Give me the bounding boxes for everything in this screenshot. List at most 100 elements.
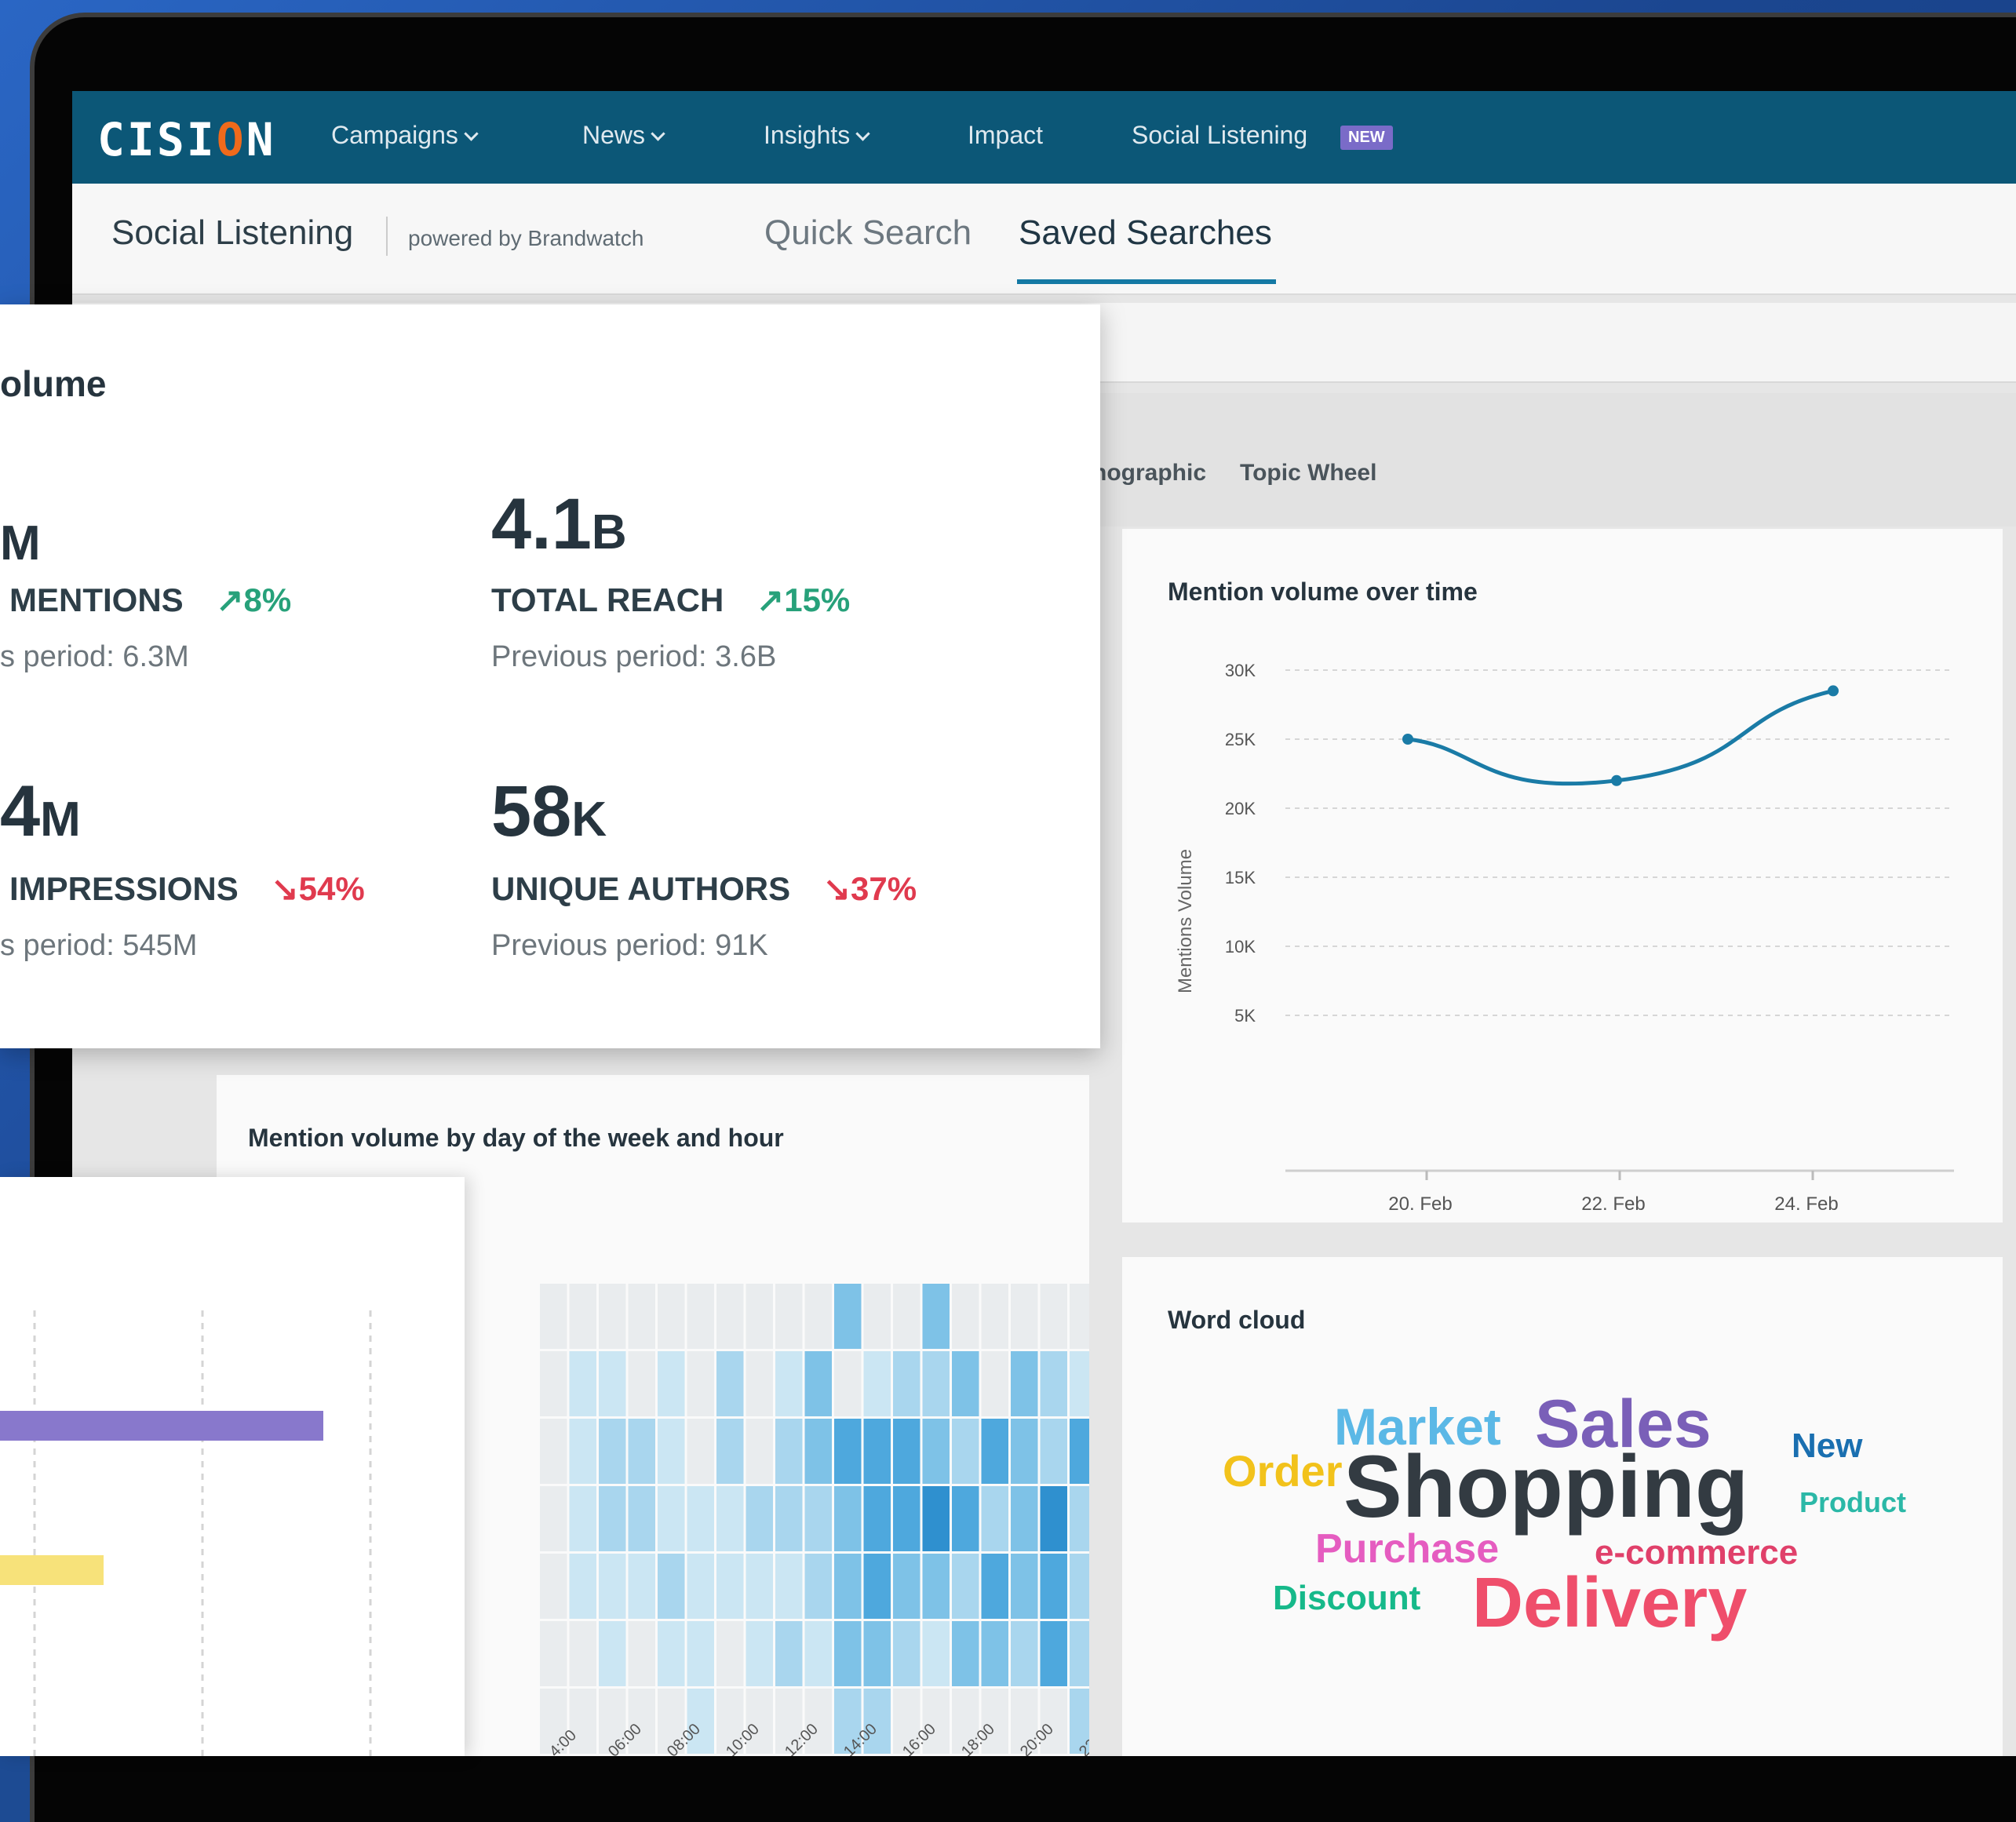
cision-logo[interactable]: CISION: [97, 113, 276, 166]
nav-campaigns[interactable]: Campaigns: [331, 121, 479, 150]
nav-insights[interactable]: Insights: [764, 121, 870, 150]
heatmap-cell: [628, 1486, 655, 1551]
heatmap-cell: [1011, 1284, 1038, 1349]
heatmap-cell: [863, 1419, 891, 1484]
heatmap-cell: [628, 1554, 655, 1619]
heatmap-cell: [569, 1284, 596, 1349]
data-point: [1402, 734, 1413, 745]
arrow-up-icon: ↗: [216, 581, 244, 618]
heatmap-cell: [599, 1419, 626, 1484]
heatmap-cell: [863, 1351, 891, 1416]
heatmap-cell: [804, 1554, 832, 1619]
chevron-down-icon: [464, 126, 479, 141]
heatmap-cell: [775, 1554, 803, 1619]
heatmap-cell: [863, 1486, 891, 1551]
heatmap-cell: [893, 1351, 921, 1416]
heatmap-cell: [1070, 1419, 1089, 1484]
unique-authors-value: 58K: [491, 771, 607, 853]
bar-chart: [0, 1310, 372, 1756]
nav-news[interactable]: News: [582, 121, 665, 150]
y-tick-label: 25K: [1225, 730, 1256, 749]
heatmap-cell: [952, 1486, 979, 1551]
heatmap-cell: [922, 1284, 950, 1349]
heatmap-cell: [716, 1419, 744, 1484]
heatmap-cell: [893, 1486, 921, 1551]
heatmap-cell: [893, 1621, 921, 1686]
heatmap-cell: [922, 1351, 950, 1416]
heatmap-cell: [893, 1554, 921, 1619]
heatmap-cell: [952, 1419, 979, 1484]
heatmap-cell: [628, 1621, 655, 1686]
heatmap-cell: [569, 1419, 596, 1484]
heatmap-cell: [599, 1486, 626, 1551]
heatmap-cell: [658, 1621, 685, 1686]
top-navigation: CISION Campaigns News Insights Impact So…: [72, 91, 2016, 184]
heatmap-cell: [746, 1554, 773, 1619]
heatmap-cell: [687, 1419, 714, 1484]
heatmap-cell: [804, 1284, 832, 1349]
sub-navigation: Social Listening powered by Brandwatch Q…: [72, 184, 2016, 295]
nav-impact-label: Impact: [968, 121, 1044, 149]
heatmap-cell: [922, 1486, 950, 1551]
heatmap-cell: [775, 1351, 803, 1416]
mentions-value-text: M: [0, 516, 41, 570]
heatmap-cell: [775, 1486, 803, 1551]
mentions-value: M: [0, 494, 41, 577]
powered-by-text: powered by Brandwatch: [408, 226, 644, 250]
heatmap-cell: [746, 1419, 773, 1484]
nav-social-listening[interactable]: Social Listening: [1132, 121, 1307, 150]
heatmap-cell: [569, 1621, 596, 1686]
heatmap-cell: [599, 1621, 626, 1686]
word-shopping[interactable]: Shopping: [1343, 1436, 1748, 1537]
heatmap-cell: [981, 1554, 1008, 1619]
bar-yellow[interactable]: [0, 1555, 104, 1585]
word-order[interactable]: Order: [1223, 1445, 1343, 1496]
nav-news-label: News: [582, 121, 646, 149]
impressions-change: 54%: [298, 870, 365, 907]
word-cloud-title: Word cloud: [1168, 1306, 1306, 1334]
word-cloud-card: Word cloud Market Sales New Order Shoppi…: [1122, 1257, 2003, 1756]
heatmap-cell: [1070, 1351, 1089, 1416]
heatmap-cell: [834, 1486, 862, 1551]
heatmap-cell: [834, 1621, 862, 1686]
y-axis-label: Mentions Volume: [1175, 849, 1196, 993]
y-tick-label: 30K: [1225, 661, 1256, 680]
word-product[interactable]: Product: [1799, 1486, 1906, 1519]
word-new[interactable]: New: [1792, 1427, 1862, 1466]
line-chart: 30K 25K 20K 15K 10K 5K 20. Feb 22. Feb 24. Feb Me…: [1175, 661, 1954, 1215]
heatmap-cell: [834, 1284, 862, 1349]
heatmap-cell: [981, 1621, 1008, 1686]
heatmap-cell: [1070, 1554, 1089, 1619]
word-discount[interactable]: Discount: [1273, 1579, 1420, 1618]
heatmap-cell: [716, 1351, 744, 1416]
word-delivery[interactable]: Delivery: [1472, 1563, 1747, 1644]
unique-authors-change: 37%: [851, 870, 917, 907]
heatmap-cell: [658, 1351, 685, 1416]
heatmap-cell: [804, 1419, 832, 1484]
impressions-unit: M: [40, 793, 81, 847]
bar-purple[interactable]: [0, 1411, 323, 1441]
volume-card: olume M MENTIONS ↗8% s period: 6.3M 4.1B…: [0, 304, 1100, 1048]
heatmap-cell: [687, 1621, 714, 1686]
total-reach-change: 15%: [784, 581, 851, 618]
tab-quick-search[interactable]: Quick Search: [764, 213, 972, 253]
tab-demographic[interactable]: nographic: [1092, 460, 1206, 486]
heatmap-cell: [746, 1351, 773, 1416]
heatmap-cell: [569, 1554, 596, 1619]
heatmap-cell: [540, 1419, 567, 1484]
heatmap-cell: [599, 1351, 626, 1416]
total-reach-unit: B: [591, 505, 627, 559]
heatmap-cell: [1011, 1351, 1038, 1416]
nav-impact[interactable]: Impact: [968, 121, 1043, 150]
heatmap-cell: [981, 1486, 1008, 1551]
heatmap-cell: [658, 1419, 685, 1484]
heatmap-cell: [981, 1419, 1008, 1484]
mentions-change: 8%: [243, 581, 292, 618]
heatmap-cell: [952, 1284, 979, 1349]
total-reach-previous: Previous period: 3.6B: [491, 640, 777, 673]
unique-authors-label: UNIQUE AUTHORS: [491, 870, 791, 907]
page-title: Social Listening: [111, 213, 354, 252]
mentions-previous: s period: 6.3M: [0, 640, 189, 673]
tab-saved-searches[interactable]: Saved Searches: [1019, 213, 1272, 253]
tab-topic-wheel[interactable]: Topic Wheel: [1240, 460, 1376, 486]
